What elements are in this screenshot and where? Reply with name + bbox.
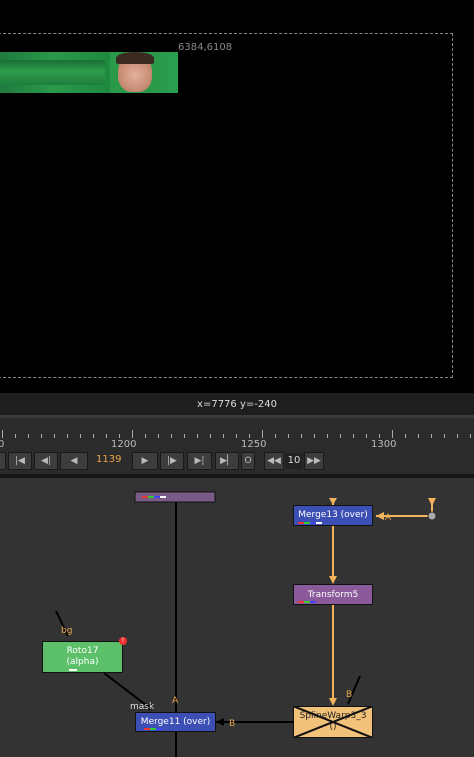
timeline-tick (288, 434, 289, 438)
play-backward-button[interactable]: ◀ (60, 452, 88, 470)
goto-end-icon: ▶▏ (220, 456, 234, 466)
timeline-tick (418, 434, 419, 438)
timeline-tick (41, 434, 42, 438)
playback-controls: ▏ |◀ ◀| ◀ 1139 ▶ |▶ ▶| ▶▏ O ◀◀ 10 ▶▶ (0, 450, 474, 474)
timeline-tick (197, 434, 198, 438)
timeline-tick (444, 434, 445, 438)
timeline-ruler[interactable]: 0 1200 1250 1300 (0, 418, 474, 450)
tick-label: 1200 (111, 439, 137, 450)
prev-key-icon: |◀ (15, 456, 25, 466)
prev-frame-icon: ◀| (41, 456, 51, 466)
top-right-coordinate: 6384,6108 (178, 42, 233, 53)
node-transform5[interactable]: Transform5 (293, 584, 373, 605)
image-stripe (0, 60, 105, 85)
node-graph[interactable]: Merge13 (over) A Transform5 bg Roto17 (a… (0, 478, 474, 757)
channel-indicator (69, 669, 77, 671)
timeline-tick (2, 430, 3, 438)
timeline-tick (379, 434, 380, 438)
node-label: Roto17 (66, 646, 99, 656)
rewind-icon: ◀◀ (267, 456, 281, 466)
next-key-icon: ▶| (194, 456, 205, 466)
timeline-tick (457, 434, 458, 438)
timeline-tick (262, 430, 263, 438)
prev-increment-button[interactable]: ◀◀ (264, 452, 284, 470)
timeline-tick (145, 434, 146, 438)
tick-label: 0 (0, 439, 5, 450)
warning-icon: ! (119, 637, 127, 645)
input-label-bg: bg (61, 626, 73, 636)
timeline-tick (366, 434, 367, 438)
timeline-tick (223, 434, 224, 438)
node-splinewarp3-3[interactable]: SplineWarp3_3 () (293, 706, 373, 738)
frame-increment-field[interactable]: 10 (285, 453, 303, 469)
channel-indicator (310, 601, 316, 603)
input-label-mask: mask (130, 702, 155, 712)
play-forward-icon: ▶ (141, 456, 149, 466)
node-connections (55, 491, 437, 757)
input-label-b: B (346, 690, 353, 700)
viewer-image (0, 52, 178, 93)
loop-mode-button[interactable]: O (241, 452, 255, 470)
timeline-tick (236, 434, 237, 438)
timeline-tick (28, 434, 29, 438)
next-frame-button[interactable]: |▶ (160, 452, 184, 470)
channel-indicator (316, 522, 322, 524)
timeline-tick (431, 434, 432, 438)
timeline-tick (392, 430, 393, 438)
timeline-tick (93, 434, 94, 438)
disabled-cross-icon (293, 706, 373, 738)
timeline-tick (353, 434, 354, 438)
face-image (110, 52, 162, 93)
timeline-tick (119, 434, 120, 438)
node-label: (alpha) (66, 657, 99, 667)
timeline-tick (106, 434, 107, 438)
next-frame-icon: |▶ (167, 456, 177, 466)
fast-forward-icon: ▶▶ (307, 456, 321, 466)
face-hair (116, 52, 154, 64)
timeline-tick (249, 434, 250, 438)
timeline-tick (301, 434, 302, 438)
timeline-tick (314, 434, 315, 438)
play-backward-icon: ◀ (70, 456, 78, 466)
node-roto17[interactable]: Roto17 (alpha) (42, 641, 123, 673)
input-label-b: B (229, 719, 236, 729)
goto-start-icon: ▏ (0, 456, 6, 466)
goto-end-button[interactable]: ▶▏ (215, 452, 239, 470)
tick-label: 1250 (241, 439, 267, 450)
viewer[interactable]: 6384,6108 (0, 0, 474, 393)
timeline-tick (158, 434, 159, 438)
goto-start-button[interactable]: ▏ (0, 452, 6, 470)
next-increment-button[interactable]: ▶▶ (304, 452, 324, 470)
timeline-tick (67, 434, 68, 438)
timeline-tick (184, 434, 185, 438)
play-forward-button[interactable]: ▶ (132, 452, 158, 470)
prev-key-button[interactable]: |◀ (8, 452, 32, 470)
loop-icon: O (244, 456, 252, 466)
timeline-tick (54, 434, 55, 438)
input-label-a: A (172, 696, 179, 706)
timeline-tick (132, 430, 133, 438)
timeline-tick (171, 434, 172, 438)
node-merge11[interactable]: Merge11 (over) (135, 712, 216, 732)
prev-frame-button[interactable]: ◀| (34, 452, 58, 470)
timeline-tick (210, 434, 211, 438)
next-key-button[interactable]: ▶| (187, 452, 212, 470)
timeline-tick (327, 434, 328, 438)
timeline-tick (275, 434, 276, 438)
timeline-tick (80, 434, 81, 438)
timeline-tick (15, 434, 16, 438)
input-label-a: A (385, 513, 392, 523)
timeline-tick (405, 434, 406, 438)
channel-indicator (156, 728, 162, 730)
tick-label: 1300 (371, 439, 397, 450)
timeline-tick (340, 434, 341, 438)
pixel-coordinate-readout: x=7776 y=-240 (0, 393, 474, 416)
timeline-tick (470, 434, 471, 438)
node-merge13[interactable]: Merge13 (over) (293, 505, 373, 526)
current-frame-field[interactable]: 1139 (96, 454, 121, 465)
